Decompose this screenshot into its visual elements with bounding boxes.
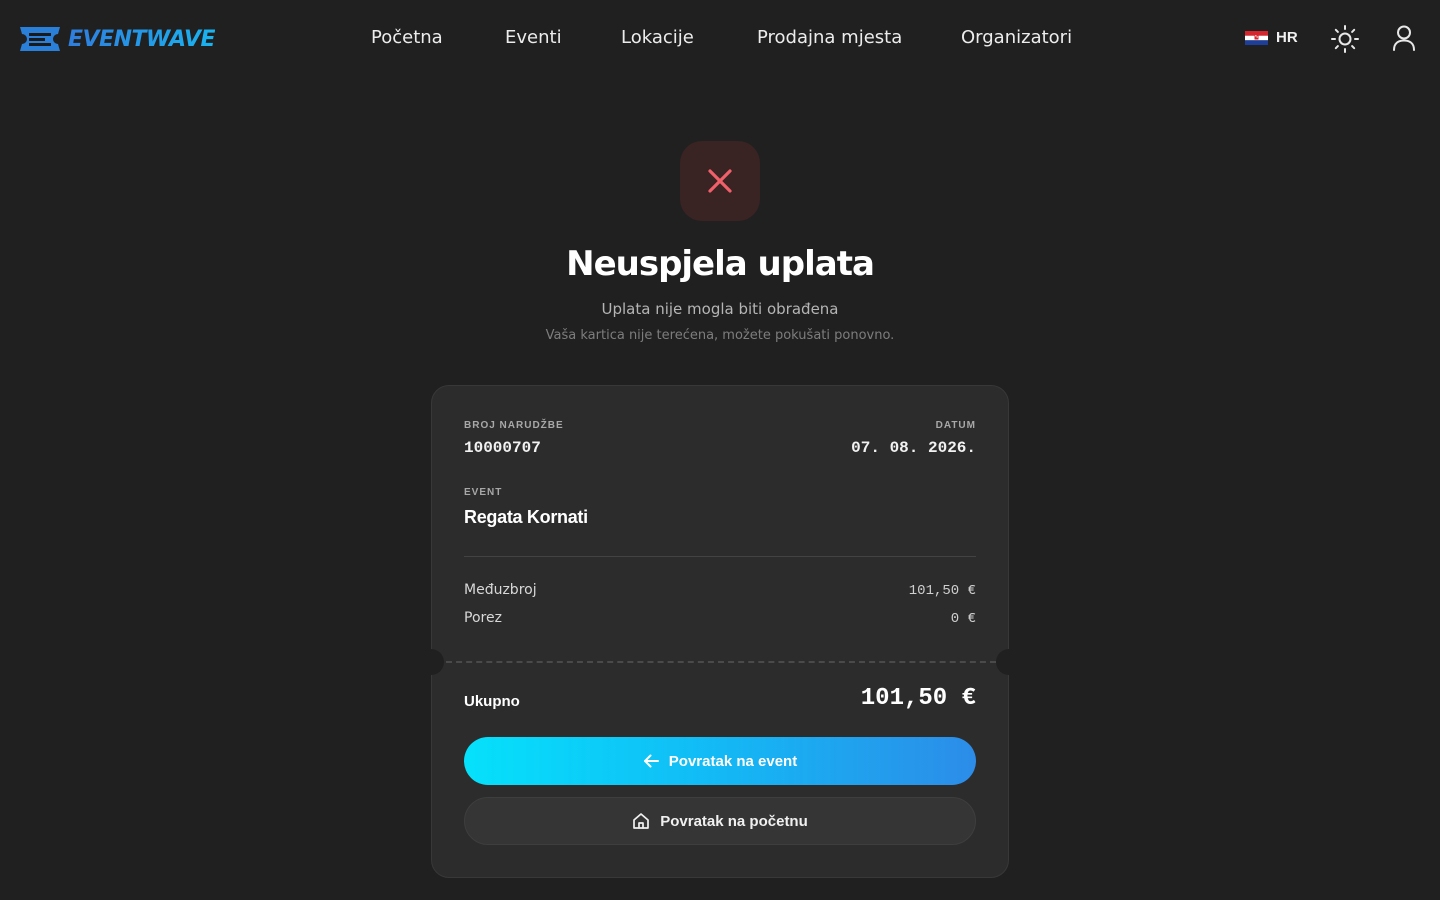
- status-subtitle: Uplata nije mogla biti obrađena: [601, 300, 839, 318]
- back-to-event-button[interactable]: Povratak na event: [464, 737, 976, 785]
- tax-value: 0 €: [950, 611, 976, 627]
- main-nav: Početna Eventi Lokacije Prodajna mjesta …: [0, 27, 1440, 51]
- order-number-label: BROJ NARUDŽBE: [464, 420, 564, 431]
- total-label: Ukupno: [464, 693, 520, 710]
- nav-item-prodajna-mjesta[interactable]: Prodajna mjesta: [757, 27, 902, 48]
- subtotal-label: Međuzbroj: [464, 582, 537, 598]
- nav-item-organizatori[interactable]: Organizatori: [961, 27, 1072, 48]
- user-icon[interactable]: [1391, 24, 1417, 52]
- close-icon: [708, 169, 732, 193]
- back-to-event-label: Povratak na event: [668, 752, 798, 770]
- event-name: Regata Kornati: [464, 507, 588, 527]
- status-note: Vaša kartica nije terećena, možete pokuš…: [545, 328, 895, 343]
- nav-item-pocetna[interactable]: Početna: [371, 27, 443, 48]
- nav-item-eventi[interactable]: Eventi: [505, 27, 562, 48]
- divider: [464, 556, 976, 557]
- arrow-left-icon: [643, 754, 659, 768]
- header: EVENTWAVE Početna Eventi Lokacije Prodaj…: [0, 0, 1440, 78]
- ticket-notch-right: [996, 649, 1022, 675]
- event-label: EVENT: [464, 487, 503, 498]
- croatia-flag-icon: [1245, 30, 1268, 45]
- error-status-badge: [680, 141, 760, 221]
- ticket-notch-left: [418, 649, 444, 675]
- back-home-label: Povratak na početnu: [660, 812, 808, 830]
- perforation-divider: [446, 661, 996, 663]
- back-home-button[interactable]: Povratak na početnu: [464, 797, 976, 845]
- language-selector[interactable]: HR: [1245, 29, 1298, 46]
- tax-label: Porez: [464, 610, 502, 626]
- home-icon: [633, 813, 650, 829]
- order-number: 10000707: [464, 439, 541, 457]
- order-summary-card: BROJ NARUDŽBE 10000707 DATUM 07. 08. 202…: [418, 385, 1022, 878]
- subtotal-value: 101,50 €: [908, 583, 976, 599]
- order-date: 07. 08. 2026.: [851, 439, 976, 457]
- date-label: DATUM: [935, 420, 976, 431]
- sun-icon[interactable]: [1330, 24, 1360, 54]
- page-title: Neuspjela uplata: [566, 244, 875, 284]
- nav-item-lokacije[interactable]: Lokacije: [621, 27, 694, 48]
- language-code: HR: [1276, 29, 1298, 46]
- total-value: 101,50 €: [860, 685, 976, 712]
